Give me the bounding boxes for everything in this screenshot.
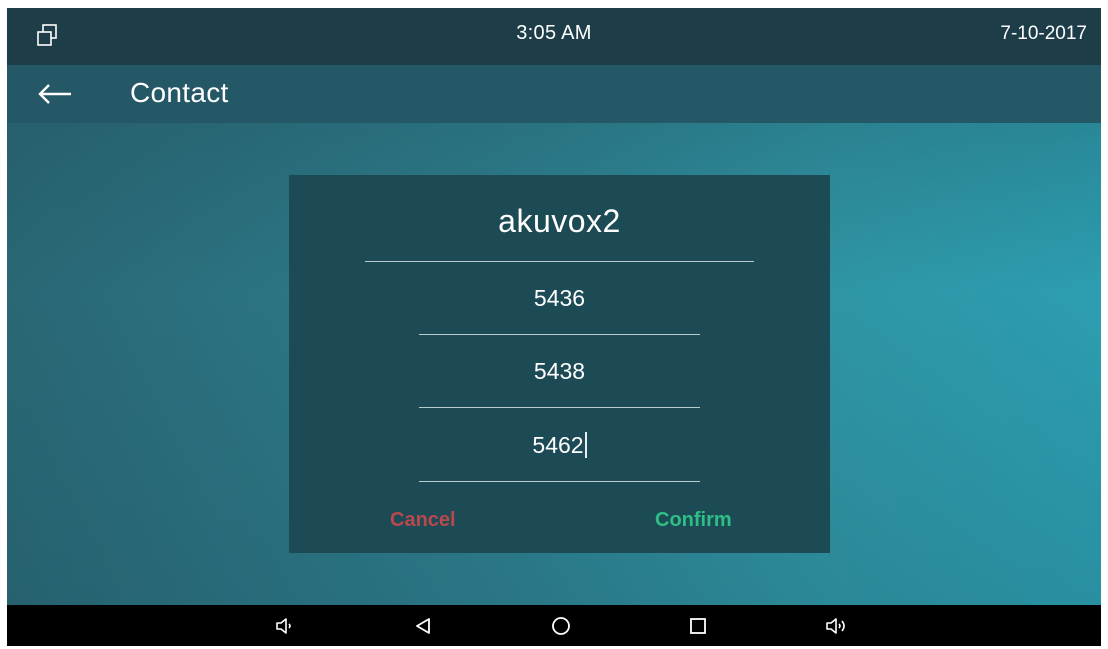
page-title: Contact — [130, 77, 229, 108]
status-bar: 3:05 AM 7-10-2017 — [7, 8, 1101, 65]
status-time: 3:05 AM — [516, 22, 592, 44]
number-value-1: 5436 — [533, 285, 586, 311]
field-underline — [419, 407, 700, 408]
status-date: 7-10-2017 — [1000, 23, 1087, 44]
number-value-2: 5438 — [533, 358, 586, 384]
field-underline — [419, 334, 700, 335]
navigation-bar — [7, 605, 1101, 646]
back-triangle-icon[interactable] — [411, 614, 435, 638]
number-field-2[interactable]: 5438 — [419, 336, 700, 408]
recents-square-icon[interactable] — [686, 614, 710, 638]
volume-up-icon[interactable] — [824, 614, 848, 638]
field-underline — [419, 481, 700, 482]
contact-name: akuvox2 — [498, 203, 621, 239]
volume-down-icon[interactable] — [273, 614, 297, 638]
cancel-button[interactable]: Cancel — [390, 509, 456, 532]
contact-dialog: akuvox2 5436 5438 5462 Cancel Confirm — [289, 175, 830, 553]
number-field-3[interactable]: 5462 — [419, 410, 700, 482]
confirm-button[interactable]: Confirm — [655, 509, 732, 532]
divider — [365, 261, 754, 262]
device-screen: 3:05 AM 7-10-2017 Contact akuvox2 5436 5… — [7, 8, 1101, 646]
number-value-3: 5462 — [532, 432, 584, 458]
home-circle-icon[interactable] — [549, 614, 573, 638]
title-bar: Contact — [7, 65, 1101, 123]
text-cursor — [584, 432, 587, 458]
number-value-3-wrap: 5462 — [419, 432, 700, 459]
back-arrow-icon[interactable] — [37, 81, 73, 107]
content-area: akuvox2 5436 5438 5462 Cancel Confirm — [7, 123, 1101, 605]
number-field-1[interactable]: 5436 — [419, 263, 700, 335]
